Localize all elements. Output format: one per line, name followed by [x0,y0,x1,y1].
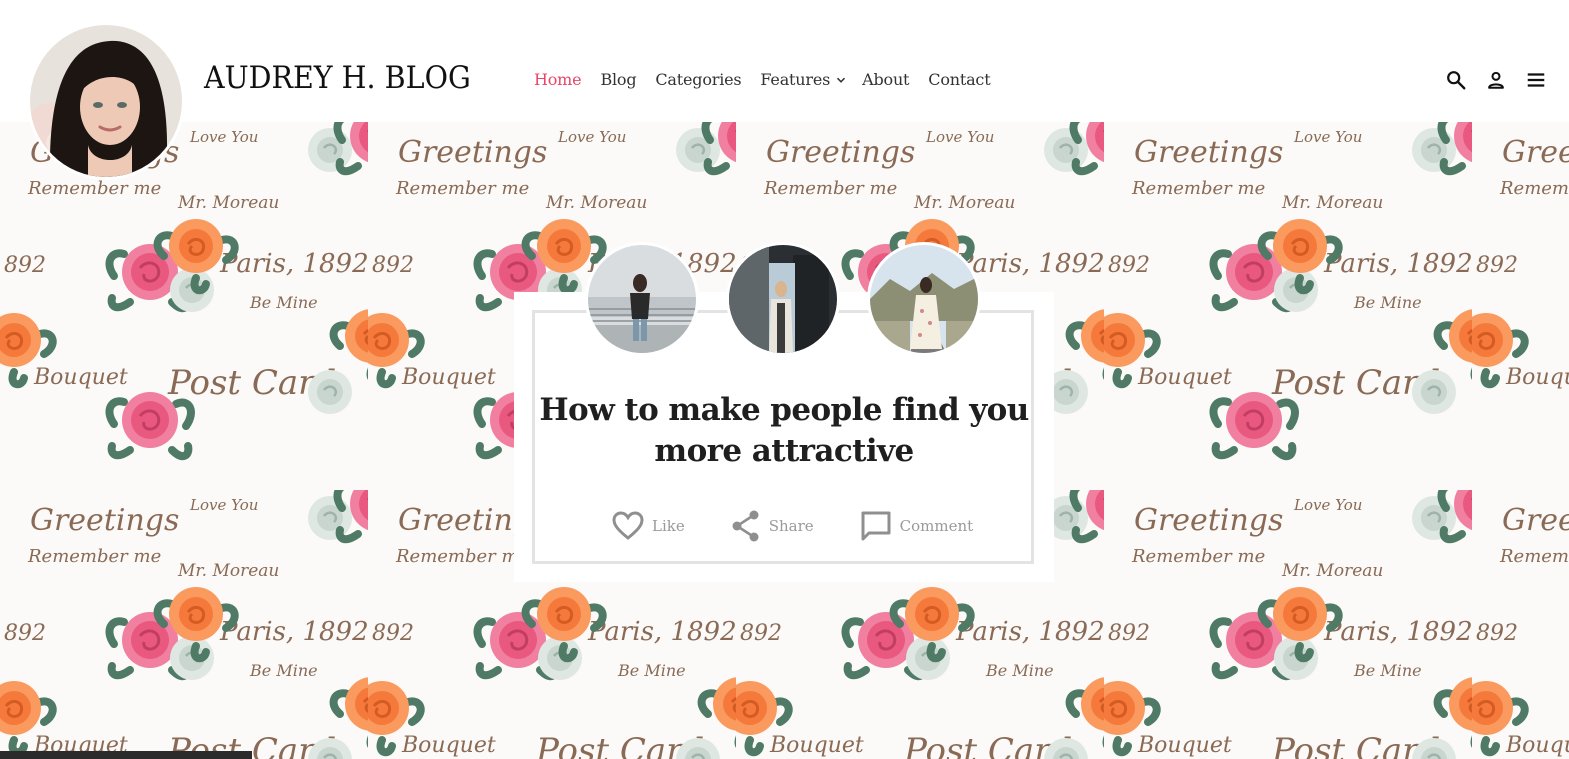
like-label: Like [652,517,685,535]
comment-button[interactable]: Comment [860,510,974,542]
nav-categories-label: Categories [655,70,742,89]
nav-categories[interactable]: Categories [655,70,741,89]
chevron-down-icon [837,77,846,83]
nav-blog-label: Blog [600,70,637,89]
site-title[interactable]: AUDREY H. BLOG [204,60,471,96]
user-icon[interactable] [1485,69,1507,91]
nav-home[interactable]: Home [534,70,582,89]
nav-blog[interactable]: Blog [600,70,636,89]
author-portrait-image [30,25,182,177]
featured-post-thumbnails [585,242,981,356]
share-button[interactable]: Share [731,510,814,542]
dark-strip [0,751,252,759]
post-actions: Like Share Comment [612,510,1019,542]
nav-contact[interactable]: Contact [928,70,990,89]
search-icon[interactable] [1445,69,1467,91]
nav-home-label: Home [534,70,582,89]
share-icon [732,510,759,542]
nav-about[interactable]: About [862,70,909,89]
main-nav: Home Blog Categories Features About Cont… [534,70,1009,89]
post-thumbnail-3[interactable] [867,242,981,356]
site-header: AUDREY H. BLOG Home Blog Categories Feat… [0,0,1569,122]
post-thumbnail-1[interactable] [585,242,699,356]
comment-label: Comment [899,517,974,535]
menu-icon[interactable] [1525,69,1547,91]
nav-features[interactable]: Features [760,70,846,89]
featured-post-title[interactable]: How to make people find you more attract… [534,390,1034,472]
nav-contact-label: Contact [928,70,991,89]
author-avatar[interactable] [27,22,185,180]
thumbnail-image-2 [729,245,837,353]
post-thumbnail-2[interactable] [726,242,840,356]
header-tools [1445,69,1547,91]
thumbnail-image-3 [870,245,978,353]
nav-about-label: About [862,70,910,89]
like-button[interactable]: Like [612,511,685,541]
share-label: Share [768,517,814,535]
comment-icon [861,511,891,541]
heart-icon [612,511,644,540]
thumbnail-image-1 [588,245,696,353]
nav-features-label: Features [760,70,831,89]
